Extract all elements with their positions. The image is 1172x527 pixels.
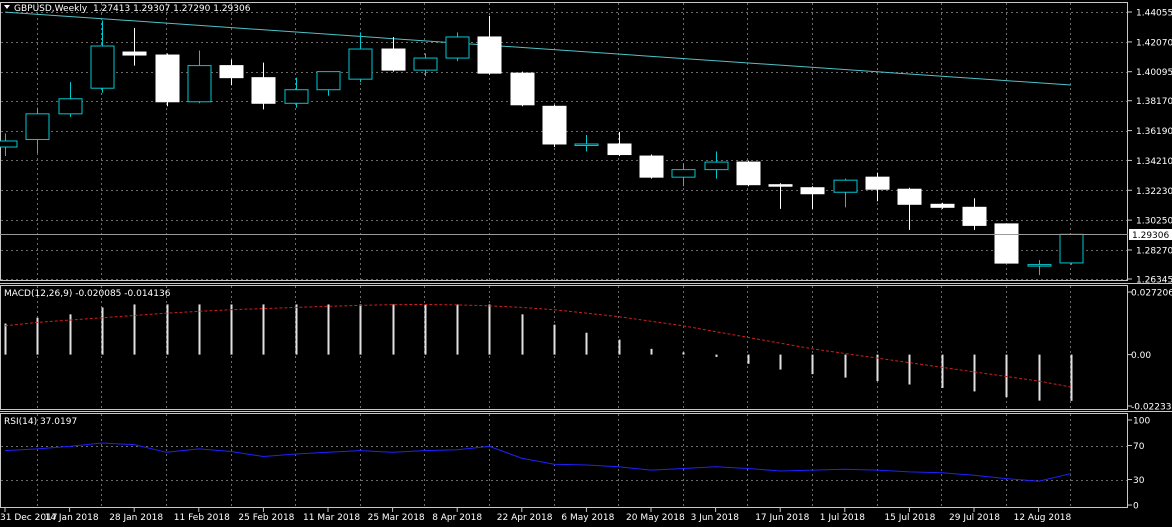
macd-tick-label: 0.00 (1131, 351, 1151, 361)
candle-body (251, 77, 276, 104)
candle-body (187, 65, 212, 103)
time-tick-label: 28 Jan 2018 (109, 513, 163, 523)
macd-tick-label: -0.022337 (1131, 403, 1172, 413)
rsi-tick-label: 0 (1133, 502, 1139, 512)
price-tick-label: 1.42070 (1136, 38, 1172, 48)
candle-body (865, 176, 890, 190)
time-tick-label: 1 Jul 2018 (820, 513, 865, 523)
candle-body (445, 36, 470, 59)
trading-chart[interactable]: 1.29306 GBPUSD,Weekly 1.27413 1.29307 1.… (0, 0, 1172, 527)
candle-body (348, 48, 373, 80)
time-tick-label: 15 Jul 2018 (884, 513, 935, 523)
rsi-tick-label: 100 (1133, 417, 1150, 427)
candle-body (1059, 233, 1084, 264)
candle-body (639, 155, 664, 178)
price-tick-label: 1.38170 (1136, 97, 1172, 107)
candle-body (962, 206, 987, 226)
price-tick-label: 1.30250 (1136, 217, 1172, 227)
time-tick-label: 17 Jun 2018 (755, 513, 809, 523)
symbol-dropdown-icon[interactable] (4, 5, 10, 9)
candle-body (833, 179, 858, 193)
macd-axis: 0.027206 0.00 -0.022337 (1128, 289, 1172, 413)
candle-body (768, 184, 793, 187)
candle-body (122, 51, 147, 56)
candle-body (510, 72, 535, 106)
candle-body (58, 98, 83, 115)
rsi-tick-label: 30 (1133, 476, 1145, 486)
candle-body (736, 161, 761, 186)
macd-tick-label: 0.027206 (1131, 289, 1172, 299)
time-axis[interactable]: 31 Dec 201714 Jan 2018 28 Jan 2018 11 Feb … (0, 508, 1072, 523)
symbol-label: GBPUSD,Weekly (14, 4, 88, 14)
rsi-axis: 100 70 30 0 (1128, 417, 1150, 512)
price-tick-label: 1.34210 (1136, 157, 1172, 167)
candle-body (316, 71, 341, 91)
macd-label: MACD(12,26,9) -0.020085 -0.014136 (4, 289, 171, 299)
time-tick-label: 20 May 2018 (626, 513, 685, 523)
candle-body (219, 65, 244, 79)
candle-body (930, 203, 955, 208)
price-tick-label: 1.36190 (1136, 127, 1172, 137)
price-tick-label: 1.26345 (1136, 276, 1172, 286)
rsi-tick-label: 70 (1133, 442, 1145, 452)
candle-body (897, 188, 922, 205)
candle-body (574, 143, 599, 146)
candle-body (284, 89, 309, 104)
candle-body (477, 36, 502, 74)
candle-body (0, 140, 18, 148)
time-tick-label: 25 Feb 2018 (238, 513, 294, 523)
rsi-panel[interactable] (0, 413, 1128, 508)
candle-body (607, 143, 632, 156)
rsi-layer (4, 442, 1072, 482)
candles (0, 15, 1084, 276)
macd-bars (4, 303, 1073, 401)
candle-body (155, 54, 180, 103)
price-tick-label: 1.32230 (1136, 187, 1172, 197)
candle-body (25, 113, 50, 140)
ohlc-readout: 1.27413 1.29307 1.27290 1.29306 (93, 4, 251, 14)
time-tick-label: 6 May 2018 (561, 513, 614, 523)
candle-body (90, 45, 115, 89)
time-tick-label: 14 Jan 2018 (45, 513, 99, 523)
macd-panel[interactable] (0, 285, 1128, 410)
candle-body (800, 187, 825, 195)
price-axis[interactable]: 1.44055 1.42070 1.40095 1.38170 1.36190 1.342… (1128, 9, 1172, 286)
candle-body (542, 105, 567, 145)
time-tick-label: 25 Mar 2018 (368, 513, 425, 523)
candle-body (1027, 264, 1052, 267)
time-tick-label: 3 Jun 2018 (691, 513, 740, 523)
candle-body (671, 169, 696, 178)
macd-signal-line (4, 303, 1071, 388)
rsi-line (4, 442, 1072, 482)
time-tick-label: 11 Mar 2018 (303, 513, 360, 523)
candle-body (994, 223, 1019, 264)
time-tick-label: 22 Apr 2018 (497, 513, 553, 523)
price-tick-label: 1.40095 (1136, 68, 1172, 78)
current-price-label: 1.29306 (1132, 231, 1169, 241)
rsi-label: RSI(14) 37.0197 (4, 417, 77, 427)
time-tick-label: 8 Apr 2018 (432, 513, 482, 523)
candle-body (381, 48, 406, 71)
time-tick-label: 11 Feb 2018 (174, 513, 230, 523)
time-tick-label: 12 Aug 2018 (1014, 513, 1072, 523)
price-tick-label: 1.28270 (1136, 246, 1172, 256)
price-tick-label: 1.44055 (1136, 9, 1172, 19)
candle-body (704, 161, 729, 171)
time-tick-label: 29 Jul 2018 (949, 513, 1000, 523)
candle-body (413, 57, 438, 71)
